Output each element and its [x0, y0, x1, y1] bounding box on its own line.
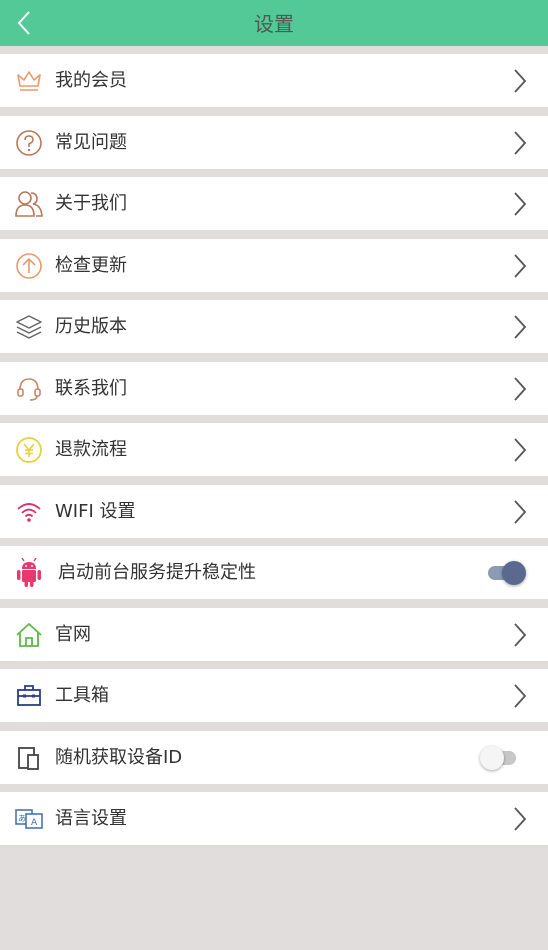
question-icon	[14, 128, 44, 158]
settings-item-label: 官网	[55, 624, 91, 645]
refund-yuan-icon	[14, 435, 44, 465]
chevron-right-icon	[514, 684, 527, 708]
chevron-right-icon	[514, 315, 527, 339]
settings-item-label: 随机获取设备ID	[55, 747, 183, 768]
settings-item-membership[interactable]: 我的会员	[0, 54, 548, 107]
settings-item-official-website[interactable]: 官网	[0, 608, 548, 661]
chevron-right-icon	[514, 438, 527, 462]
settings-item-label: 我的会员	[55, 70, 127, 91]
top-bar: 设置	[0, 0, 548, 46]
settings-item-about-us[interactable]: 关于我们	[0, 177, 548, 230]
toggle-knob	[502, 561, 526, 585]
settings-item-label: 联系我们	[55, 378, 127, 399]
toolbox-icon	[14, 681, 44, 711]
settings-item-contact-us[interactable]: 联系我们	[0, 362, 548, 415]
page-title: 设置	[254, 12, 294, 36]
chevron-right-icon	[514, 131, 527, 155]
settings-item-label: 退款流程	[55, 439, 127, 460]
settings-item-language[interactable]: あ A 语言设置	[0, 792, 548, 845]
settings-item-wifi[interactable]: WIFI 设置	[0, 485, 548, 538]
home-icon	[14, 620, 44, 650]
layers-icon	[14, 312, 44, 342]
foreground-service-toggle[interactable]	[488, 561, 526, 585]
settings-item-version-history[interactable]: 历史版本	[0, 300, 548, 353]
settings-item-label: 常见问题	[55, 132, 127, 153]
svg-text:A: A	[31, 818, 38, 828]
toggle-knob	[480, 746, 504, 770]
wifi-icon	[14, 497, 44, 527]
settings-item-label: WIFI 设置	[55, 501, 136, 522]
translate-icon: あ A	[14, 804, 44, 834]
settings-item-label: 启动前台服务提升稳定性	[58, 562, 256, 583]
chevron-right-icon	[514, 69, 527, 93]
chevron-right-icon	[514, 500, 527, 524]
users-icon	[14, 189, 44, 219]
settings-item-refund-process[interactable]: 退款流程	[0, 423, 548, 476]
settings-item-label: 历史版本	[55, 316, 127, 337]
svg-text:あ: あ	[18, 814, 26, 823]
settings-item-label: 工具箱	[55, 685, 109, 706]
headset-icon	[14, 374, 44, 404]
chevron-right-icon	[514, 192, 527, 216]
upload-arrow-icon	[14, 251, 44, 281]
chevron-right-icon	[514, 807, 527, 831]
settings-item-faq[interactable]: 常见问题	[0, 116, 548, 169]
chevron-right-icon	[514, 254, 527, 278]
settings-item-toolbox[interactable]: 工具箱	[0, 669, 548, 722]
settings-item-check-update[interactable]: 检查更新	[0, 239, 548, 292]
settings-item-label: 关于我们	[55, 193, 127, 214]
settings-item-label: 语言设置	[55, 808, 127, 829]
settings-item-random-device-id: 随机获取设备ID	[0, 731, 548, 784]
chevron-right-icon	[514, 623, 527, 647]
crown-icon	[14, 66, 44, 96]
android-icon	[14, 558, 44, 588]
chevron-right-icon	[514, 377, 527, 401]
settings-item-foreground-service: 启动前台服务提升稳定性	[0, 546, 548, 599]
settings-item-label: 检查更新	[55, 255, 127, 276]
devices-icon	[14, 743, 44, 773]
random-device-id-toggle[interactable]	[480, 746, 518, 770]
